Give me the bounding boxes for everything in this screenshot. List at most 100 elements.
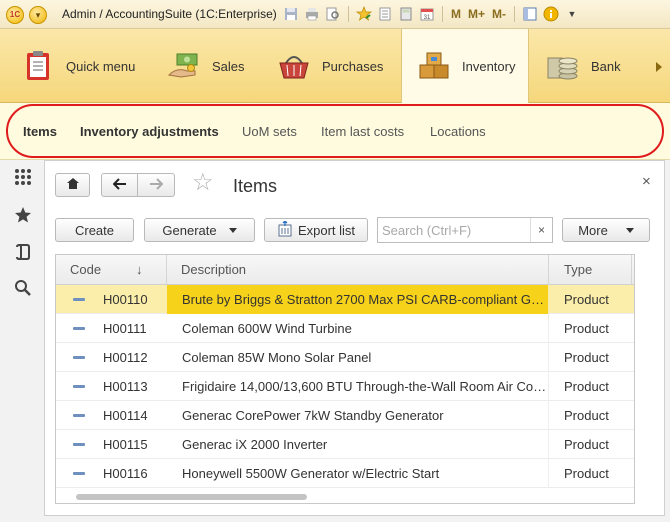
table-row[interactable]: H00111 Coleman 600W Wind Turbine Product bbox=[56, 314, 634, 343]
table-row[interactable]: H00110 Brute by Briggs & Stratton 2700 M… bbox=[56, 285, 634, 314]
sections-scroll-right-icon[interactable] bbox=[656, 62, 662, 72]
shopping-basket-icon bbox=[276, 48, 312, 84]
nav-locations[interactable]: Locations bbox=[430, 124, 486, 139]
section-purchases[interactable]: Purchases bbox=[276, 29, 386, 103]
coins-icon bbox=[545, 48, 581, 84]
row-code: H00115 bbox=[103, 437, 148, 452]
home-button[interactable] bbox=[55, 173, 90, 197]
panels-icon[interactable] bbox=[521, 5, 539, 23]
generate-button[interactable]: Generate bbox=[144, 218, 255, 242]
nav-item-last-costs[interactable]: Item last costs bbox=[321, 124, 404, 139]
favorite-star-icon[interactable]: ☆ bbox=[192, 171, 214, 195]
home-icon bbox=[66, 177, 80, 193]
nav-items[interactable]: Items bbox=[23, 124, 57, 139]
cell-separator bbox=[548, 372, 549, 401]
section-inventory[interactable]: Inventory bbox=[401, 29, 529, 103]
create-button[interactable]: Create bbox=[55, 218, 134, 242]
memory-subtract-button[interactable]: M- bbox=[490, 7, 508, 21]
row-code: H00112 bbox=[103, 350, 148, 365]
items-form: ☆ Items × Create Generate Export list × … bbox=[44, 160, 665, 516]
nav-inventory-adjustments[interactable]: Inventory adjustments bbox=[80, 124, 219, 139]
close-icon[interactable]: × bbox=[642, 173, 651, 190]
row-code: H00116 bbox=[103, 466, 148, 481]
row-description: Coleman 600W Wind Turbine bbox=[182, 321, 352, 336]
calculator-icon[interactable] bbox=[397, 5, 415, 23]
clipboard-icon bbox=[20, 48, 56, 84]
more-label: More bbox=[578, 222, 608, 238]
memory-add-button[interactable]: M+ bbox=[466, 7, 487, 21]
section-label: Bank bbox=[591, 58, 621, 74]
table-row[interactable]: H00115 Generac iX 2000 Inverter Product bbox=[56, 430, 634, 459]
row-description: Honeywell 5500W Generator w/Electric Sta… bbox=[182, 466, 440, 481]
svg-text:31: 31 bbox=[424, 15, 431, 21]
arrow-left-icon bbox=[112, 177, 127, 193]
search-icon[interactable] bbox=[12, 277, 34, 299]
column-header-code[interactable]: Code ↓ bbox=[56, 255, 166, 285]
calendar-icon[interactable]: 31 bbox=[418, 5, 436, 23]
cell-separator bbox=[548, 459, 549, 488]
nav-uom-sets[interactable]: UoM sets bbox=[242, 124, 297, 139]
row-description: Coleman 85W Mono Solar Panel bbox=[182, 350, 372, 365]
section-label: Inventory bbox=[462, 58, 516, 74]
item-marker-icon bbox=[73, 327, 85, 330]
clear-search-icon[interactable]: × bbox=[530, 218, 552, 242]
chevron-down-icon bbox=[625, 227, 634, 233]
chevron-down-icon bbox=[228, 227, 237, 233]
row-description: Brute by Briggs & Stratton 2700 Max PSI … bbox=[167, 285, 548, 314]
back-button[interactable] bbox=[101, 173, 138, 197]
item-marker-icon bbox=[73, 385, 85, 388]
favorites-star-icon[interactable] bbox=[12, 204, 34, 226]
cell-separator bbox=[548, 430, 549, 459]
row-description: Generac iX 2000 Inverter bbox=[182, 437, 328, 452]
row-code: H00110 bbox=[103, 292, 148, 307]
section-label: Quick menu bbox=[66, 58, 136, 74]
column-header-type[interactable]: Type bbox=[550, 255, 630, 285]
window-title: Admin / AccountingSuite (1C:Enterprise) bbox=[62, 7, 277, 21]
search-field[interactable]: × bbox=[377, 217, 553, 243]
history-scroll-icon[interactable] bbox=[12, 241, 34, 263]
app-logo-icon[interactable]: 1C bbox=[6, 6, 24, 24]
item-marker-icon bbox=[73, 356, 85, 359]
more-button[interactable]: More bbox=[562, 218, 650, 242]
save-icon[interactable] bbox=[282, 5, 300, 23]
column-header-description[interactable]: Description bbox=[167, 255, 548, 285]
section-label: Sales bbox=[212, 58, 245, 74]
row-type: Product bbox=[564, 437, 609, 452]
arrow-right-icon bbox=[149, 177, 164, 193]
item-marker-icon bbox=[73, 443, 85, 446]
forward-button[interactable] bbox=[137, 173, 175, 197]
export-list-button[interactable]: Export list bbox=[264, 218, 368, 242]
row-type: Product bbox=[564, 350, 609, 365]
section-quick-menu[interactable]: Quick menu bbox=[20, 29, 145, 103]
sections-panel: Quick menu Sales Purchases Inventory Ban… bbox=[0, 29, 670, 103]
column-code-label: Code bbox=[70, 262, 102, 277]
print-icon[interactable] bbox=[303, 5, 321, 23]
favorites-add-icon[interactable] bbox=[355, 5, 373, 23]
info-icon[interactable] bbox=[542, 5, 560, 23]
title-toolbar: 31 M M+ M- ▼ bbox=[282, 4, 581, 24]
table-row[interactable]: H00113 Frigidaire 14,000/13,600 BTU Thro… bbox=[56, 372, 634, 401]
items-table[interactable]: Code ↓ Description Type H00110 Brute by … bbox=[55, 254, 635, 504]
memory-store-button[interactable]: M bbox=[449, 7, 463, 21]
main-menu-icon[interactable]: ▾ bbox=[29, 6, 47, 24]
cell-separator bbox=[548, 314, 549, 343]
table-row[interactable]: H00112 Coleman 85W Mono Solar Panel Prod… bbox=[56, 343, 634, 372]
left-toolbar bbox=[0, 160, 44, 522]
toolbar-separator bbox=[442, 6, 443, 22]
row-type: Product bbox=[564, 466, 609, 481]
row-type: Product bbox=[564, 321, 609, 336]
preview-icon[interactable] bbox=[324, 5, 342, 23]
export-icon bbox=[277, 219, 293, 240]
search-input[interactable] bbox=[378, 218, 528, 242]
section-bank[interactable]: Bank bbox=[545, 29, 645, 103]
apps-grid-icon[interactable] bbox=[12, 166, 34, 188]
table-row[interactable]: H00114 Generac CorePower 7kW Standby Gen… bbox=[56, 401, 634, 430]
history-icon[interactable] bbox=[376, 5, 394, 23]
horizontal-scrollbar[interactable] bbox=[76, 494, 307, 500]
cell-separator bbox=[548, 343, 549, 372]
section-sales[interactable]: Sales bbox=[166, 29, 266, 103]
money-hand-icon bbox=[166, 48, 202, 84]
row-code: H00113 bbox=[103, 379, 148, 394]
chevron-down-icon[interactable]: ▼ bbox=[563, 5, 581, 23]
table-row[interactable]: H00116 Honeywell 5500W Generator w/Elect… bbox=[56, 459, 634, 488]
